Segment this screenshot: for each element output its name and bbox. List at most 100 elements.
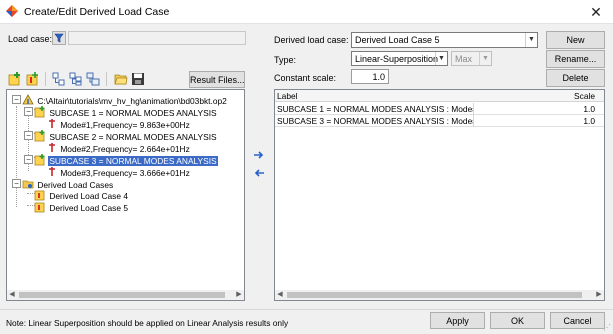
row-label-cell: SUBCASE 3 = NORMAL MODES ANALYSIS : Mode… [277, 116, 473, 126]
expander-subcase-1[interactable]: − [24, 107, 33, 116]
save-icon [132, 73, 144, 85]
tree-root-item[interactable]: C:\Altair\tutorials\mv_hv_hg\animation\b… [22, 94, 228, 106]
mode-icon [49, 143, 55, 152]
folder-open-icon [114, 74, 128, 85]
tree-item-label: SUBCASE 1 = NORMAL MODES ANALYSIS [49, 108, 217, 118]
expander-subcase-3[interactable]: − [24, 155, 33, 164]
scroll-right-icon[interactable]: ▶ [594, 290, 604, 300]
chevron-down-icon: ▼ [525, 33, 537, 47]
derived-folder-icon [22, 180, 34, 189]
tree-item-label: Derived Load Case 4 [49, 191, 129, 201]
cancel-button[interactable]: Cancel [550, 312, 605, 329]
tree-item-mode-2[interactable]: Mode#2,Frequency= 2.664e+01Hz [47, 142, 191, 154]
close-icon[interactable]: ✕ [586, 3, 606, 21]
grid-row[interactable]: SUBCASE 1 = NORMAL MODES ANALYSIS : Mode… [275, 103, 604, 115]
filter-icon [54, 33, 64, 43]
scrollbar-thumb[interactable] [19, 292, 225, 298]
type-label: Type: [274, 55, 297, 65]
tree-item-subcase-3[interactable]: SUBCASE 3 = NORMAL MODES ANALYSIS [34, 154, 218, 166]
tree-item-mode-1[interactable]: Mode#1,Frequency= 9.863e+00Hz [47, 118, 191, 130]
arrow-right-icon [254, 151, 264, 159]
components-grid[interactable]: Label Scale SUBCASE 1 = NORMAL MODES ANA… [274, 89, 605, 301]
tree-connector [16, 188, 17, 207]
derived-load-case-select[interactable]: Derived Load Case 5 ▼ [351, 32, 538, 48]
load-case-input[interactable] [68, 31, 246, 45]
apply-button[interactable]: Apply [430, 312, 485, 329]
add-to-list-button[interactable] [253, 150, 265, 162]
tree-item-label: Mode#2,Frequency= 2.664e+01Hz [60, 144, 190, 154]
row-label-cell: SUBCASE 1 = NORMAL MODES ANALYSIS : Mode… [277, 104, 473, 114]
ok-button[interactable]: OK [490, 312, 545, 329]
tree-root-label: C:\Altair\tutorials\mv_hv_hg\animation\b… [37, 96, 227, 106]
delete-button[interactable]: Delete [546, 69, 605, 87]
expander-subcase-2[interactable]: − [24, 131, 33, 140]
expander-root[interactable]: − [12, 95, 21, 104]
label-column-header[interactable]: Label [277, 90, 473, 102]
cell-divider [473, 103, 474, 115]
type-select[interactable]: Linear-Superposition ▼ [351, 51, 448, 66]
scroll-left-icon[interactable]: ◀ [7, 290, 17, 300]
tree-item-label: SUBCASE 2 = NORMAL MODES ANALYSIS [49, 132, 217, 142]
tree-item-label: Derived Load Case 5 [49, 203, 129, 213]
result-files-button[interactable]: Result Files... [189, 71, 245, 88]
row-scale-cell[interactable]: 1.0 [475, 115, 595, 127]
add-load-case-icon [8, 72, 20, 86]
subcase-icon [34, 130, 45, 142]
row-scale-cell[interactable]: 1.0 [475, 103, 595, 115]
chevron-down-icon: ▼ [479, 52, 491, 65]
grid-row[interactable]: SUBCASE 3 = NORMAL MODES ANALYSIS : Mode… [275, 115, 604, 127]
resize-grip-icon[interactable]: ⋰ [603, 323, 611, 332]
subcase-icon [34, 154, 45, 166]
type-value: Linear-Superposition [355, 54, 439, 64]
rename-button[interactable]: Rename... [546, 50, 605, 68]
filter-button[interactable] [52, 31, 66, 45]
load-case-label: Load case: [8, 34, 53, 44]
tree-connector [16, 106, 17, 184]
derived-load-case-icon [34, 202, 45, 213]
window-title: Create/Edit Derived Load Case [24, 6, 170, 18]
tree-item-label: SUBCASE 3 = NORMAL MODES ANALYSIS [48, 156, 218, 166]
toolbar-separator [106, 72, 107, 86]
derived-load-case-icon [34, 190, 45, 201]
load-case-tree[interactable]: − C:\Altair\tutorials\mv_hv_hg\animation… [6, 89, 245, 301]
expand-all-button[interactable] [51, 71, 67, 87]
footer-note: Note: Linear Superposition should be app… [6, 318, 289, 328]
scrollbar-thumb[interactable] [287, 292, 582, 298]
expander-derived[interactable]: − [12, 179, 21, 188]
tree-item-mode-3[interactable]: Mode#3,Frequency= 3.666e+01Hz [47, 166, 191, 178]
open-file-button[interactable] [113, 71, 129, 87]
result-file-icon [22, 94, 34, 105]
remove-from-list-button[interactable] [253, 168, 265, 180]
tree-item-label: Mode#1,Frequency= 9.863e+00Hz [60, 120, 190, 130]
grid-header: Label Scale [275, 90, 604, 102]
add-derived-button[interactable] [25, 71, 41, 87]
constant-scale-label: Constant scale: [274, 73, 337, 83]
add-derived-case-icon [26, 72, 38, 86]
combine-method-value: Max [455, 54, 473, 64]
scale-column-header[interactable]: Scale [475, 90, 595, 102]
scroll-left-icon[interactable]: ◀ [275, 290, 285, 300]
tree-horizontal-scrollbar[interactable]: ◀ ▶ [7, 290, 244, 300]
save-button[interactable] [130, 71, 146, 87]
expand-tree-icon [52, 72, 65, 86]
tree-item-subcase-2[interactable]: SUBCASE 2 = NORMAL MODES ANALYSIS [34, 130, 218, 142]
constant-scale-input[interactable]: 1.0 [351, 69, 389, 84]
cell-divider [473, 115, 474, 127]
new-button[interactable]: New [546, 31, 605, 49]
derived-load-case-value: Derived Load Case 5 [355, 35, 440, 45]
tree-item-derived-5[interactable]: Derived Load Case 5 [34, 201, 129, 213]
mode-icon [49, 119, 55, 128]
collapse-tree-icon [69, 72, 82, 86]
tree-view-button[interactable] [85, 71, 101, 87]
scroll-right-icon[interactable]: ▶ [234, 290, 244, 300]
arrow-left-icon [254, 169, 264, 177]
tree-item-derived-4[interactable]: Derived Load Case 4 [34, 189, 129, 201]
subcase-icon [34, 106, 45, 118]
add-subcase-button[interactable] [7, 71, 23, 87]
tree-item-subcase-1[interactable]: SUBCASE 1 = NORMAL MODES ANALYSIS [34, 106, 218, 118]
grid-horizontal-scrollbar[interactable]: ◀ ▶ [275, 290, 604, 300]
tree-item-label: Mode#3,Frequency= 3.666e+01Hz [60, 168, 190, 178]
collapse-all-button[interactable] [68, 71, 84, 87]
app-logo-icon [5, 4, 19, 18]
combine-method-select[interactable]: Max ▼ [451, 51, 492, 66]
